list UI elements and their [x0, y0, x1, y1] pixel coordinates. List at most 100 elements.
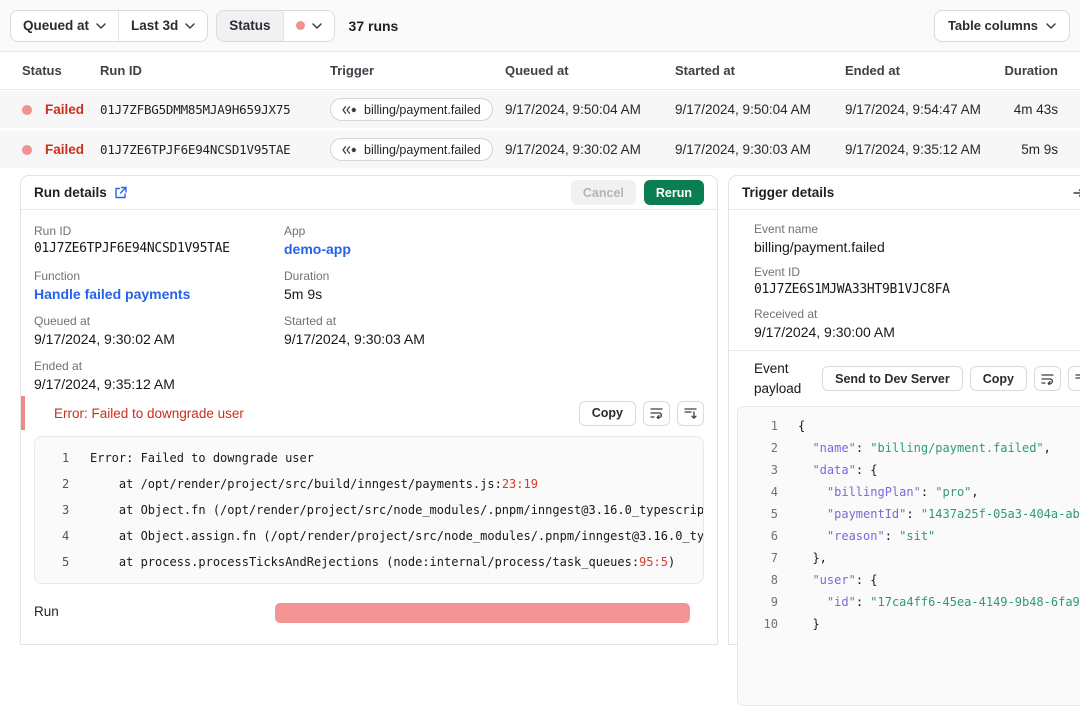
- event-name-field: Event name billing/payment.failed: [754, 222, 1080, 255]
- table-row[interactable]: Failed 01J7ZFBG5DMM85MJA9H659JX75 billin…: [0, 91, 1080, 131]
- run-id-cell: 01J7ZFBG5DMM85MJA9H659JX75: [100, 102, 291, 117]
- column-header-duration: Duration: [1004, 63, 1058, 78]
- app-field: App demo-app: [284, 224, 704, 257]
- field-value: billing/payment.failed: [754, 239, 885, 255]
- expand-code-button[interactable]: [1068, 366, 1080, 392]
- dock-right-button[interactable]: [1067, 180, 1080, 205]
- run-info-grid: Run ID 01J7ZE6TPJF6E94NCSD1V95TAE App de…: [21, 210, 717, 392]
- queued-at-filter[interactable]: Queued at: [11, 10, 119, 41]
- runs-table-header: Status Run ID Trigger Queued at Started …: [0, 52, 1080, 90]
- wrap-text-button[interactable]: [1034, 366, 1061, 392]
- event-payload-title: Event payload: [754, 361, 802, 396]
- field-value: 01J7ZE6S1MJWA33HT9B1VJC8FA: [754, 282, 950, 297]
- trigger-details-title: Trigger details: [742, 185, 835, 200]
- status-cell: Failed: [22, 142, 100, 157]
- app-link[interactable]: demo-app: [284, 241, 704, 257]
- run-details-actions: Cancel Rerun: [570, 180, 704, 205]
- trigger-badge-label: billing/payment.failed: [364, 102, 481, 117]
- column-header-trigger: Trigger: [330, 63, 375, 78]
- send-to-dev-server-button[interactable]: Send to Dev Server: [822, 366, 963, 392]
- field-label: Function: [34, 269, 81, 283]
- event-payload-actions: Send to Dev Server Copy: [822, 366, 1080, 392]
- trigger-cell: billing/payment.failed: [330, 98, 505, 121]
- queued-at-cell: 9/17/2024, 9:50:04 AM: [505, 102, 641, 117]
- stack-trace-code[interactable]: 1 Error: Failed to downgrade user 2 at /op…: [34, 436, 704, 584]
- filter-bar: Queued at Last 3d Status 37 runs Table c…: [0, 0, 1080, 52]
- status-filter-value[interactable]: [282, 10, 334, 41]
- field-label: Queued at: [34, 314, 91, 328]
- dock-right-icon: [1073, 188, 1080, 197]
- trigger-badge[interactable]: billing/payment.failed: [330, 138, 493, 161]
- field-value: 9/17/2024, 9:30:02 AM: [34, 331, 175, 347]
- chevron-down-icon: [185, 22, 196, 29]
- cancel-button[interactable]: Cancel: [570, 180, 636, 205]
- external-link-icon[interactable]: [114, 186, 127, 199]
- failed-status-dot-icon: [22, 104, 32, 115]
- wrap-text-icon: [1041, 373, 1054, 385]
- trigger-badge[interactable]: billing/payment.failed: [330, 98, 493, 121]
- field-label: Run ID: [34, 224, 72, 238]
- field-value: 9/17/2024, 9:35:12 AM: [34, 376, 175, 392]
- date-range-filter[interactable]: Last 3d: [118, 10, 208, 41]
- trigger-cell: billing/payment.failed: [330, 138, 505, 161]
- queued-at-field: Queued at 9/17/2024, 9:30:02 AM: [34, 314, 284, 347]
- function-field: Function Handle failed payments: [34, 269, 284, 302]
- function-link[interactable]: Handle failed payments: [34, 286, 284, 302]
- chevron-down-icon: [311, 22, 322, 29]
- copy-error-button[interactable]: Copy: [578, 400, 636, 426]
- queued-at-filter-label: Queued at: [23, 18, 90, 33]
- column-header-queued-at: Queued at: [505, 63, 569, 78]
- field-label: Event name: [754, 222, 819, 236]
- copy-payload-button[interactable]: Copy: [969, 366, 1027, 392]
- queued-at-cell: 9/17/2024, 9:30:02 AM: [505, 142, 641, 157]
- trigger-details-actions: [1067, 180, 1080, 205]
- duration-field: Duration 5m 9s: [284, 269, 704, 302]
- ended-at-field: Ended at 9/17/2024, 9:35:12 AM: [34, 359, 284, 392]
- field-label: Started at: [284, 314, 337, 328]
- chevron-down-icon: [1046, 22, 1056, 29]
- event-payload-code[interactable]: 1{2 "name": "billing/payment.failed", 3 "…: [737, 406, 1080, 706]
- time-filter-group: Queued at Last 3d: [10, 9, 209, 42]
- table-columns-button[interactable]: Table columns: [933, 9, 1070, 42]
- event-icon: [342, 105, 356, 114]
- run-details-title: Run details: [34, 185, 127, 200]
- field-label: Ended at: [34, 359, 83, 373]
- column-header-ended-at: Ended at: [845, 63, 900, 78]
- field-label: App: [284, 224, 306, 238]
- field-label: Received at: [754, 307, 818, 321]
- trigger-info-list: Event name billing/payment.failed Event …: [729, 210, 1080, 340]
- expand-down-icon: [1075, 373, 1080, 379]
- date-range-filter-label: Last 3d: [131, 18, 179, 33]
- status-filter-label-segment[interactable]: Status: [217, 10, 283, 41]
- run-details-title-text: Run details: [34, 185, 107, 200]
- run-details-header: Run details Cancel Rerun: [21, 176, 717, 210]
- run-timeline-bar[interactable]: [275, 603, 690, 623]
- received-at-field: Received at 9/17/2024, 9:30:00 AM: [754, 307, 1080, 340]
- started-at-cell: 9/17/2024, 9:30:03 AM: [675, 142, 811, 157]
- chevron-down-icon: [96, 22, 106, 29]
- trigger-details-header: Trigger details: [729, 176, 1080, 210]
- expand-down-icon: [684, 408, 697, 419]
- status-label: Failed: [45, 142, 85, 157]
- field-value: 01J7ZE6TPJF6E94NCSD1V95TAE: [34, 241, 230, 256]
- trigger-details-panel: Trigger details Event name billing/payme…: [728, 175, 1080, 706]
- duration-cell: 4m 43s: [1013, 102, 1058, 117]
- status-filter-label: Status: [229, 18, 271, 33]
- run-timeline: Run: [21, 602, 717, 642]
- expand-code-button[interactable]: [677, 400, 704, 426]
- column-header-status: Status: [22, 63, 62, 78]
- field-value: 9/17/2024, 9:30:00 AM: [754, 324, 895, 340]
- ended-at-cell: 9/17/2024, 9:35:12 AM: [845, 142, 981, 157]
- error-actions: Copy: [578, 400, 704, 426]
- run-details-panel: Run details Cancel Rerun Run ID 01J7ZE6T…: [20, 175, 718, 645]
- error-banner: Error: Failed to downgrade user Copy: [21, 396, 717, 430]
- status-cell: Failed: [22, 102, 100, 117]
- started-at-field: Started at 9/17/2024, 9:30:03 AM: [284, 314, 704, 347]
- wrap-text-button[interactable]: [643, 400, 670, 426]
- table-row[interactable]: Failed 01J7ZE6TPJF6E94NCSD1V95TAE billin…: [0, 131, 1080, 171]
- table-columns-label: Table columns: [947, 18, 1038, 33]
- status-label: Failed: [45, 102, 85, 117]
- wrap-text-icon: [650, 408, 663, 419]
- run-id-field: Run ID 01J7ZE6TPJF6E94NCSD1V95TAE: [34, 224, 284, 257]
- rerun-button[interactable]: Rerun: [643, 180, 704, 205]
